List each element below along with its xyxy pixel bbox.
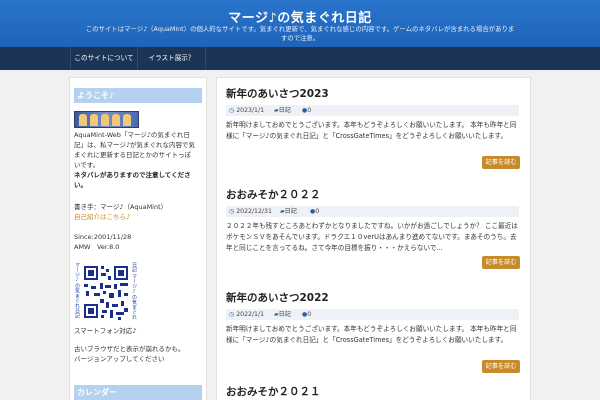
read-more-button[interactable]: 記事を読む bbox=[482, 256, 520, 269]
sidebar: ようこそ♪ AquaMint-Web「マージ♪の気まぐれ日 記」は、私マージ♪が… bbox=[69, 77, 207, 400]
clock-icon: ◷ bbox=[229, 208, 235, 215]
post-category-text: 日記 bbox=[278, 311, 291, 318]
post-date: ◷ 2022/1/1 bbox=[229, 309, 264, 320]
post-title[interactable]: 新年のあいさつ2023 bbox=[226, 86, 329, 101]
post-date: ◷ 2022/12/31 bbox=[229, 206, 272, 217]
post-excerpt: 新年明けましておめでとうございます。本年もどうぞよろしくお願いいたします。 本年… bbox=[226, 325, 517, 344]
post-comment-count: 0 bbox=[315, 208, 320, 215]
main-navigation: このサイトについて イラスト展示？ bbox=[0, 47, 600, 70]
post-item: 新年のあいさつ2022 ◷ 2022/1/1 ▰日記 ●0 新年明けましておめで… bbox=[226, 290, 521, 373]
spoiler-warning-line-1: ネタバレがありますので注意してくださ bbox=[74, 171, 191, 179]
post-list: 新年のあいさつ2023 ◷ 2023/1/1 ▰日記 ●0 新年明けましておめで… bbox=[216, 77, 531, 400]
intro-line-3: まぐれに更新する日記とかのサイトっぽ bbox=[74, 151, 191, 159]
post-excerpt: 新年明けましておめでとうございます。本年もどうぞよろしくお願いいたします。 本年… bbox=[226, 121, 517, 140]
post-comments[interactable]: ●0 bbox=[310, 206, 319, 217]
post-category[interactable]: ▰日記 bbox=[280, 206, 297, 217]
qr-code-image: マージ♪の気まぐれ日記 日記 マージ♪の気まぐれ bbox=[74, 260, 138, 324]
browser-notice-line-1: 古いブラウザだと表示が崩れるかも。 bbox=[74, 345, 185, 353]
post-title[interactable]: 新年のあいさつ2022 bbox=[226, 290, 329, 305]
nav-item-illustrations[interactable]: イラスト展示？ bbox=[138, 47, 206, 70]
post-comment-count: 0 bbox=[307, 107, 312, 114]
site-title[interactable]: マージ♪の気まぐれ日記 bbox=[0, 7, 600, 26]
browser-notice-line-2: バージョンアップしてください bbox=[74, 355, 165, 363]
post-comments[interactable]: ●0 bbox=[302, 105, 311, 116]
since-text: Since:2001/11/28 bbox=[74, 233, 132, 241]
post-category[interactable]: ▰日記 bbox=[274, 309, 291, 320]
post-category-text: 日記 bbox=[278, 107, 291, 114]
post-excerpt: ２０２２年も残すところあとわずかとなりましたですね。いかがお過ごしでしょうか？ … bbox=[226, 222, 518, 252]
profile-link[interactable]: 自己紹介はこちら♪ bbox=[74, 212, 130, 222]
post-title[interactable]: おおみそか２０２１ bbox=[226, 384, 321, 399]
post-comments[interactable]: ●0 bbox=[302, 309, 311, 320]
post-category[interactable]: ▰日記 bbox=[274, 105, 291, 116]
intro-line-4: いです。 bbox=[74, 161, 100, 169]
site-banner-image[interactable] bbox=[74, 111, 139, 128]
post-meta: ◷ 2022/12/31 ▰日記 ●0 bbox=[226, 206, 519, 217]
clock-icon: ◷ bbox=[229, 311, 235, 318]
version-text: AMW Ver.8.0 bbox=[74, 243, 120, 251]
spoiler-warning-line-2: い。 bbox=[74, 181, 87, 189]
read-more-button[interactable]: 記事を読む bbox=[482, 156, 520, 169]
smartphone-support-text: スマートフォン対応♪ bbox=[74, 327, 137, 335]
post-date-text: 2022/1/1 bbox=[236, 311, 265, 318]
nav-item-about[interactable]: このサイトについて bbox=[70, 47, 138, 70]
welcome-widget-title: ようこそ♪ bbox=[74, 88, 202, 103]
post-date-text: 2022/12/31 bbox=[236, 208, 272, 215]
post-item: おおみそか２０２１ bbox=[226, 384, 521, 400]
intro-line-2: 記」は、私マージ♪が気まぐれな内容で気 bbox=[74, 141, 196, 149]
post-item: 新年のあいさつ2023 ◷ 2023/1/1 ▰日記 ●0 新年明けましておめで… bbox=[226, 86, 521, 169]
post-comment-count: 0 bbox=[307, 311, 312, 318]
intro-line-1: AquaMint-Web「マージ♪の気まぐれ日 bbox=[74, 131, 190, 139]
site-description: このサイトはマージ♪（AquaMint）の個人的なサイトです。気まぐれ更新で、気… bbox=[85, 25, 515, 42]
clock-icon: ◷ bbox=[229, 107, 235, 114]
post-item: おおみそか２０２２ ◷ 2022/12/31 ▰日記 ●0 ２０２２年も残すとこ… bbox=[226, 187, 521, 269]
post-meta: ◷ 2022/1/1 ▰日記 ●0 bbox=[226, 309, 519, 320]
post-title[interactable]: おおみそか２０２２ bbox=[226, 187, 321, 202]
post-meta: ◷ 2023/1/1 ▰日記 ●0 bbox=[226, 105, 519, 116]
read-more-button[interactable]: 記事を読む bbox=[482, 360, 520, 373]
post-category-text: 日記 bbox=[284, 208, 297, 215]
post-date: ◷ 2023/1/1 bbox=[229, 105, 264, 116]
author-text: 書き手：マージ♪（AquaMint） bbox=[74, 203, 168, 211]
qr-side-text-left: マージ♪の気まぐれ日記 bbox=[74, 262, 80, 319]
site-header: マージ♪の気まぐれ日記 このサイトはマージ♪（AquaMint）の個人的なサイト… bbox=[0, 0, 600, 47]
calendar-widget-title: カレンダー bbox=[74, 385, 202, 400]
post-date-text: 2023/1/1 bbox=[236, 107, 265, 114]
qr-side-text-right: 日記 マージ♪の気まぐれ bbox=[131, 262, 137, 321]
